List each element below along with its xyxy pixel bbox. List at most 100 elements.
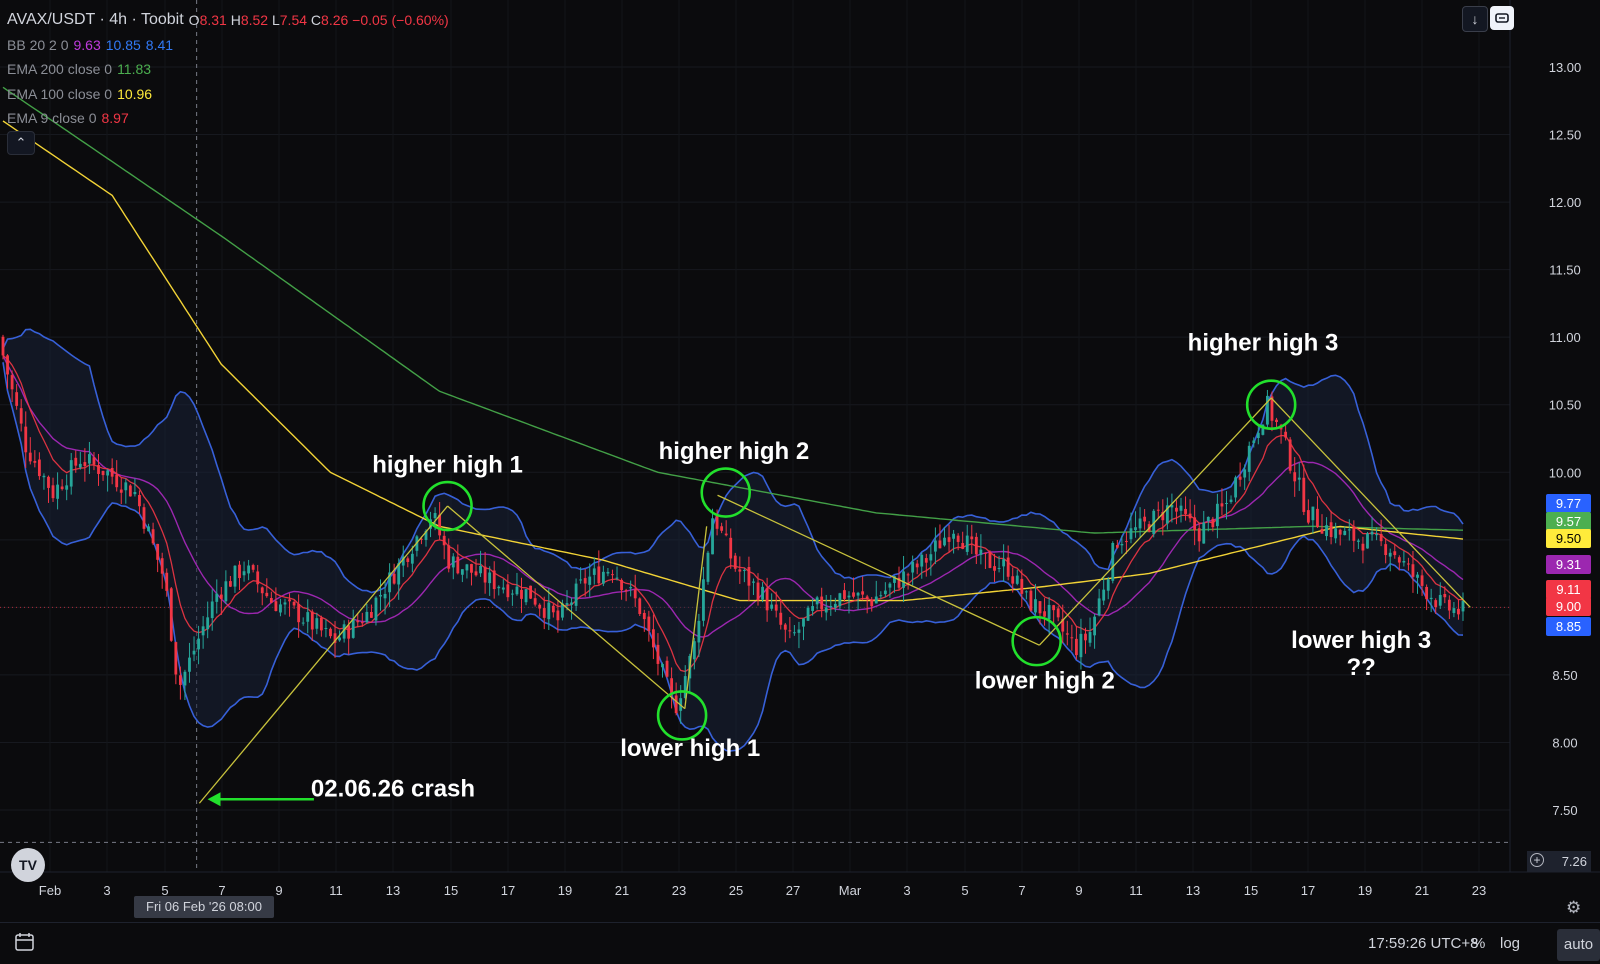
candle-body xyxy=(1093,616,1096,636)
candle-body xyxy=(1115,545,1119,548)
candle-body xyxy=(547,602,551,620)
candle-body xyxy=(638,598,642,614)
download-button[interactable]: ↓ xyxy=(1462,6,1488,32)
candle-body xyxy=(233,565,237,587)
x-tick-label: 15 xyxy=(444,883,458,898)
chevron-up-icon: ⌃ xyxy=(15,135,27,150)
candle-body xyxy=(1411,564,1415,577)
candle-body xyxy=(269,598,273,603)
y-tick-label: 10.50 xyxy=(1549,398,1582,413)
candle-body xyxy=(761,586,764,600)
candle-body xyxy=(510,593,514,595)
candle-body xyxy=(1325,525,1328,537)
x-tick-label: 13 xyxy=(386,883,400,898)
candle-body xyxy=(592,568,596,575)
indicator-legend-row[interactable]: BB 20 2 0 9.63 10.85 8.41 xyxy=(7,33,449,58)
candle-body xyxy=(1079,633,1083,658)
candle-body xyxy=(1120,543,1124,546)
candle-body xyxy=(1020,578,1024,594)
candle-body xyxy=(1070,637,1074,639)
candle-body xyxy=(456,556,460,574)
auto-scale-toggle[interactable]: auto xyxy=(1557,929,1600,961)
candle-body xyxy=(183,671,187,686)
candle-body xyxy=(529,585,533,599)
percent-toggle[interactable]: % xyxy=(1472,935,1485,952)
close-value: 8.26 xyxy=(321,12,349,28)
candle-body xyxy=(247,565,251,574)
candle-body xyxy=(824,607,828,613)
indicator-legend-row[interactable]: EMA 100 close 0 10.96 xyxy=(7,82,449,107)
y-tick-label: 11.50 xyxy=(1549,263,1581,278)
candle-body xyxy=(6,355,9,375)
candle-body xyxy=(365,611,369,623)
x-tick-label: Feb xyxy=(39,883,61,898)
log-toggle[interactable]: log xyxy=(1500,935,1520,952)
annotation-label: lower high 3 xyxy=(1291,627,1431,654)
indicator-legend-row[interactable]: EMA 200 close 0 11.83 xyxy=(7,57,449,82)
candle-body xyxy=(283,602,287,605)
candle-body xyxy=(833,603,837,608)
indicator-legend-row[interactable]: EMA 9 close 0 8.97 xyxy=(7,106,449,131)
candle-body xyxy=(1015,575,1019,584)
candle-body xyxy=(515,586,519,595)
collapse-legend-button[interactable]: ⌃ xyxy=(7,131,35,155)
candle-body xyxy=(906,574,910,576)
y-tick-label: 8.50 xyxy=(1552,668,1577,683)
gear-icon[interactable]: ⚙ xyxy=(1566,898,1581,918)
indicator-price-tag: 9.50 xyxy=(1546,529,1591,548)
candle-body xyxy=(1175,507,1178,512)
candle-body xyxy=(811,606,815,611)
crosshair-price-tag: + 7.26 xyxy=(1527,851,1591,872)
candle-body xyxy=(620,579,623,591)
candle-body xyxy=(97,465,100,474)
indicator-value: 10.96 xyxy=(117,85,153,102)
candle-body xyxy=(879,595,883,597)
candle-body xyxy=(315,618,319,629)
open-value: 8.31 xyxy=(199,12,227,28)
candle-body xyxy=(433,513,437,519)
x-tick-label: 23 xyxy=(672,883,686,898)
candle-body xyxy=(1102,589,1106,601)
calendar-goto-icon[interactable] xyxy=(14,932,36,952)
candle-body xyxy=(642,612,646,620)
candle-body xyxy=(551,605,555,613)
candle-body xyxy=(651,629,655,648)
candle-body xyxy=(1138,518,1142,529)
candle-body xyxy=(292,601,296,606)
candle-body xyxy=(329,628,332,637)
candle-body xyxy=(1197,528,1201,542)
candle-body xyxy=(51,485,55,499)
candle-body xyxy=(229,581,232,587)
candle-body xyxy=(647,616,651,631)
candle-body xyxy=(101,470,105,476)
y-tick-label: 8.00 xyxy=(1552,735,1577,750)
crosshair-date-label: Fri 06 Feb '26 08:00 xyxy=(134,896,274,918)
candle-body xyxy=(738,569,742,572)
candle-body xyxy=(128,485,132,497)
candle-body xyxy=(169,588,173,641)
candle-body xyxy=(956,535,960,542)
candle-body xyxy=(306,612,310,622)
candle-body xyxy=(279,604,282,613)
candle-body xyxy=(829,605,833,608)
price-chart[interactable]: higher high 1 higher high 2 higher high 3 l… xyxy=(0,0,1600,963)
candle-body xyxy=(215,593,219,602)
candle-body xyxy=(924,558,928,563)
fullscreen-button[interactable] xyxy=(1490,6,1514,30)
candle-body xyxy=(1084,633,1087,641)
candle-body xyxy=(1402,561,1406,563)
candle-body xyxy=(1225,502,1228,504)
clock-time[interactable]: 17:59:26 UTC+8 xyxy=(1368,935,1479,952)
tradingview-logo[interactable]: TV xyxy=(11,848,45,882)
candle-body xyxy=(1006,557,1010,577)
indicator-price-tag: 9.77 xyxy=(1546,494,1591,513)
candle-body xyxy=(42,475,46,478)
candle-body xyxy=(351,618,355,638)
candle-body xyxy=(1074,638,1078,656)
symbol-title[interactable]: AVAX/USDT · 4h · Toobit xyxy=(7,8,184,33)
candle-body xyxy=(106,470,110,476)
y-tick-label: 7.50 xyxy=(1552,803,1577,818)
x-tick-label: 15 xyxy=(1244,883,1258,898)
candle-body xyxy=(588,576,592,585)
candle-body xyxy=(1143,516,1147,522)
